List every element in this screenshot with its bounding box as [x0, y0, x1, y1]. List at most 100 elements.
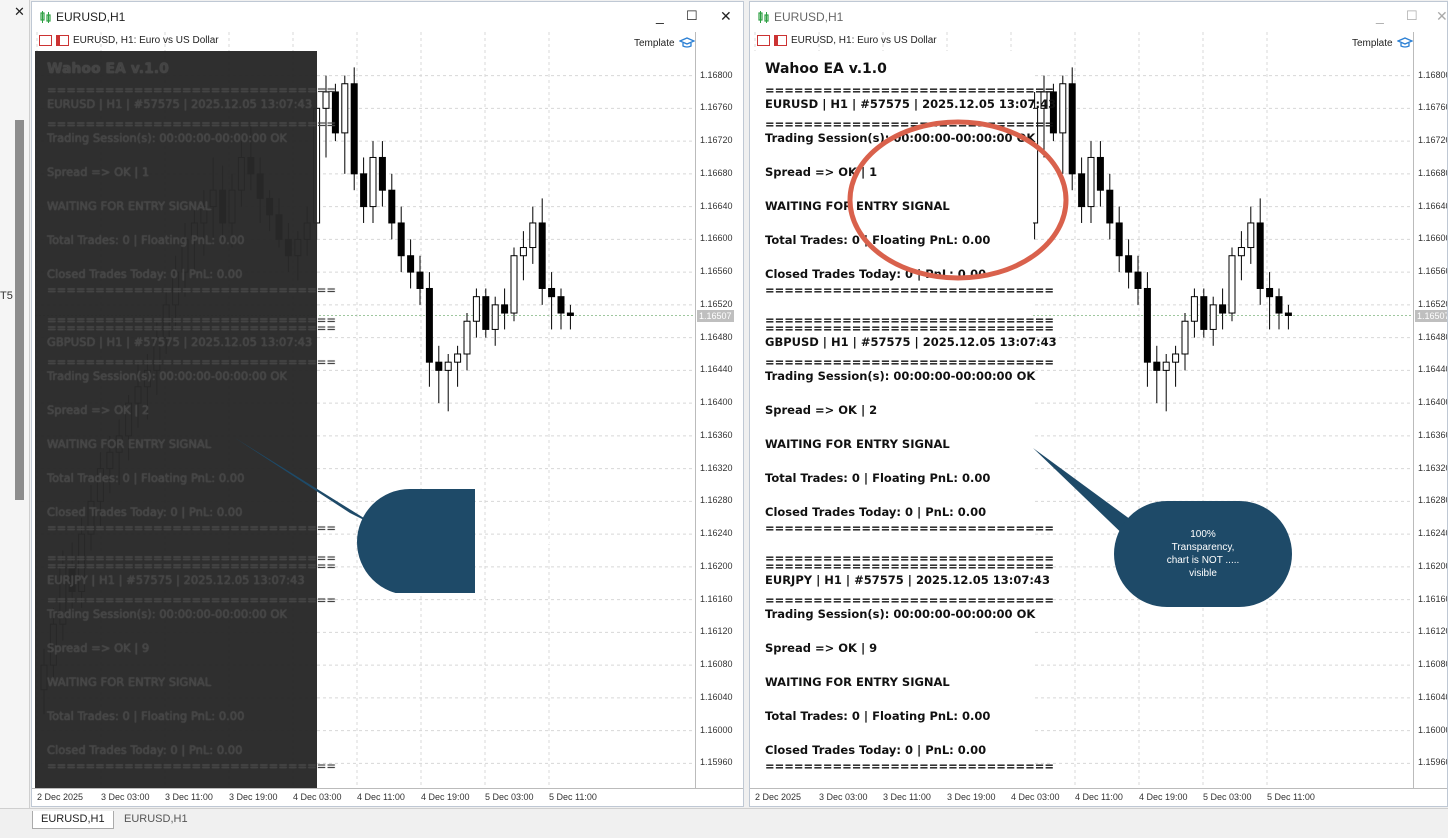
candle	[1200, 288, 1208, 338]
tab-chart-1[interactable]: EURUSD,H1	[32, 811, 114, 829]
chart-window-right[interactable]: EURUSD,H1 _ ☐ ✕ Wahoo EA v.1.0 ==========…	[749, 1, 1448, 807]
price-label: 1.16160	[700, 593, 733, 604]
price-label: 1.15960	[1418, 757, 1448, 768]
price-label: 1.16480	[1418, 331, 1448, 342]
close-button[interactable]: ✕	[720, 8, 732, 25]
time-label: 4 Dec 19:00	[1139, 792, 1188, 802]
separator-line: ==============================	[47, 321, 337, 335]
window-titlebar[interactable]: EURUSD,H1 _ ☐ ✕	[750, 2, 1447, 32]
chart-area[interactable]: Wahoo EA v.1.0 ==========================…	[753, 32, 1413, 788]
callout-text: 100% Transparency, chart is NOT ..... vi…	[1166, 529, 1240, 579]
tab-chart-2[interactable]: EURUSD,H1	[116, 811, 196, 829]
candle	[482, 288, 490, 338]
spread-status: Spread => OK | 9	[47, 641, 150, 655]
separator-line: ==============================	[47, 759, 337, 773]
candle	[1096, 141, 1104, 207]
time-label: 3 Dec 11:00	[165, 792, 213, 802]
price-label: 1.16080	[700, 659, 733, 670]
candle	[557, 288, 565, 330]
candle	[1134, 255, 1142, 305]
chart-tabs-bar: EURUSD,H1 EURUSD,H1	[0, 808, 1448, 838]
one-click-trading-icon[interactable]	[56, 35, 69, 46]
candlestick-chart-icon	[758, 11, 769, 23]
pair-header: GBPUSD | H1 | #57575 | 2025.12.05 13:07:…	[765, 335, 1057, 349]
candle	[378, 141, 386, 207]
close-button[interactable]: ✕	[1436, 8, 1447, 25]
candle	[350, 67, 358, 191]
trading-session-status: Trading Session(s): 00:00:00-00:00:00 OK	[47, 607, 287, 621]
scrollbar-thumb[interactable]	[15, 120, 24, 500]
separator-line: ==============================	[47, 355, 337, 369]
candle	[341, 75, 349, 174]
entry-signal-status: WAITING FOR ENTRY SIGNAL	[765, 437, 950, 451]
price-label: 1.16560	[1418, 266, 1448, 277]
minimize-button[interactable]: _	[1376, 8, 1384, 24]
minimize-button[interactable]: _	[656, 8, 664, 24]
candle	[369, 141, 377, 223]
price-label: 1.16400	[700, 397, 733, 408]
separator-line: ==============================	[47, 83, 337, 97]
template-button[interactable]: Template	[1352, 37, 1413, 49]
price-axis[interactable]: 1.16800 1.16760 1.16720 1.16680 1.16640 1.166…	[1413, 32, 1448, 788]
trade-list-icon	[757, 35, 770, 46]
symbol-description: EURUSD, H1: Euro vs US Dollar	[791, 35, 937, 46]
price-label: 1.16200	[700, 560, 733, 571]
time-label: 3 Dec 19:00	[947, 792, 996, 802]
candle	[538, 198, 546, 305]
cut-off-label: T5	[0, 290, 13, 302]
spread-status: Spread => OK | 2	[765, 403, 878, 417]
candle	[491, 296, 499, 346]
callout-text: 20% Transparency, chart is visible	[513, 523, 577, 560]
candle	[1115, 206, 1123, 273]
current-price-label: 1.16507	[1415, 309, 1447, 322]
chart-window-left[interactable]: EURUSD,H1 _ ☐ ✕ Wahoo EA v.1.0 ==========…	[31, 1, 744, 807]
time-label: 2 Dec 2025	[37, 792, 84, 802]
current-price-label: 1.16507	[697, 309, 734, 322]
price-label: 1.16400	[1418, 397, 1448, 408]
separator-line: ==============================	[765, 593, 1055, 607]
spread-status: Spread => OK | 9	[765, 641, 878, 655]
time-label: 5 Dec 03:00	[1203, 792, 1252, 802]
price-axis[interactable]: 1.16800 1.16760 1.16720 1.16680 1.16640 1.166…	[695, 32, 743, 788]
candle	[454, 345, 462, 387]
trade-list-icon	[39, 35, 52, 46]
candle	[425, 272, 433, 387]
maximize-button[interactable]: ☐	[686, 8, 698, 24]
price-label: 1.16160	[1418, 593, 1448, 604]
candle	[435, 345, 443, 404]
graduation-cap-icon	[678, 37, 695, 48]
price-label: 1.16720	[1418, 135, 1448, 146]
time-axis[interactable]: 2 Dec 2025 3 Dec 03:00 3 Dec 11:00 3 Dec 19…	[32, 788, 743, 806]
price-label: 1.16040	[1418, 691, 1448, 702]
candle	[519, 231, 527, 281]
time-axis[interactable]: 2 Dec 2025 3 Dec 03:00 3 Dec 11:00 3 Dec 19…	[750, 788, 1447, 806]
candle	[360, 157, 368, 223]
total-trades: Total Trades: 0 | Floating PnL: 0.00	[765, 709, 991, 723]
time-label: 3 Dec 03:00	[819, 792, 868, 802]
maximize-button[interactable]: ☐	[1406, 8, 1418, 24]
price-label: 1.16120	[1418, 626, 1448, 637]
price-label: 1.16640	[1418, 200, 1448, 211]
callout-bubble-shape	[235, 438, 475, 593]
separator-line: ==============================	[765, 355, 1055, 369]
candle	[1087, 141, 1095, 223]
candle	[1172, 345, 1180, 387]
window-title: EURUSD,H1	[56, 10, 126, 24]
candle	[1181, 313, 1189, 371]
candle	[1219, 288, 1227, 330]
time-label: 3 Dec 03:00	[101, 792, 150, 802]
price-label: 1.16720	[700, 135, 733, 146]
candle	[1209, 296, 1217, 346]
template-button[interactable]: Template	[634, 37, 695, 49]
one-click-trading-icon[interactable]	[774, 35, 787, 46]
trading-session-status: Trading Session(s): 00:00:00-00:00:00 OK	[47, 131, 287, 145]
price-label: 1.15960	[700, 757, 733, 768]
time-label: 5 Dec 11:00	[549, 792, 597, 802]
candle	[1247, 206, 1255, 264]
time-label: 4 Dec 19:00	[421, 792, 470, 802]
chart-area[interactable]: Wahoo EA v.1.0 ==========================…	[35, 32, 695, 788]
candle	[1143, 272, 1151, 387]
panel-close-icon[interactable]: ✕	[14, 4, 25, 20]
separator-line: ==============================	[47, 283, 337, 297]
window-titlebar[interactable]: EURUSD,H1 _ ☐ ✕	[32, 2, 743, 32]
